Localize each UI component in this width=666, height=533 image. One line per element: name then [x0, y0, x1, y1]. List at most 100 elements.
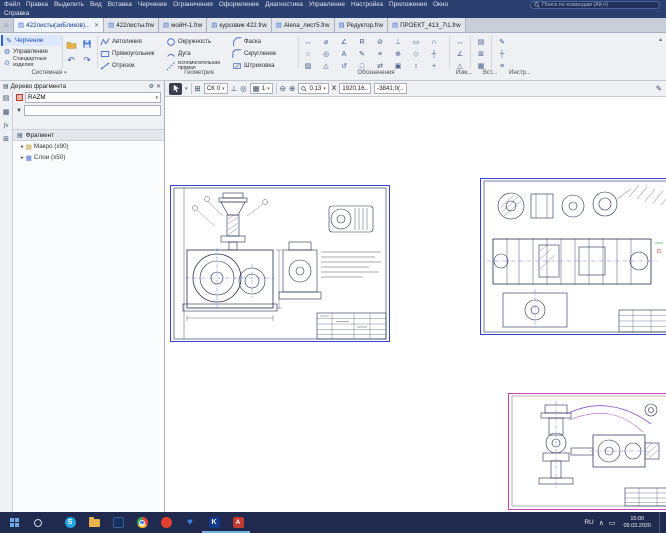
document-tab[interactable]: ▤ курсовик 422.frw: [207, 18, 271, 32]
instrument-icon[interactable]: ≡: [500, 63, 504, 70]
annotation-icon[interactable]: ∠: [341, 38, 347, 46]
heart-app-button[interactable]: ♥: [178, 512, 202, 533]
y-coordinate-field[interactable]: -3841,0(..: [374, 83, 406, 94]
tool-fillet[interactable]: Скругление: [230, 49, 296, 59]
snap-grid-icon[interactable]: ⊞: [195, 83, 201, 94]
edit-pencil-icon[interactable]: ✎: [656, 83, 662, 94]
instrument-icon[interactable]: ┼: [500, 51, 505, 58]
filter-icon[interactable]: ▼: [16, 108, 22, 114]
insert-icon[interactable]: ▦: [478, 62, 485, 70]
style-dropdown[interactable]: RAZM ▾: [25, 92, 161, 103]
annotation-icon[interactable]: ↺: [341, 62, 347, 70]
expand-icon[interactable]: ▸: [21, 155, 24, 161]
drawing-sheet-1[interactable]: [170, 185, 390, 342]
menu-item-select[interactable]: Выделить: [51, 0, 87, 10]
tool-arc[interactable]: Дуга: [164, 49, 230, 59]
annotation-icon[interactable]: ◇: [413, 50, 418, 58]
menu-item-settings[interactable]: Настройка: [348, 0, 386, 10]
coordinate-system-select[interactable]: СК 0 ▾: [204, 83, 228, 94]
annotation-icon[interactable]: ⌀: [324, 38, 328, 46]
drawing-sheet-3[interactable]: [508, 393, 666, 510]
annotation-icon[interactable]: ↔: [305, 39, 312, 46]
tool-autoline[interactable]: Автолиния: [98, 37, 164, 47]
drawing-canvas[interactable]: [165, 97, 666, 512]
annotation-icon[interactable]: ⊘: [377, 38, 383, 46]
mode-tab-standard-parts[interactable]: ⊙ Стандартные изделия: [1, 57, 62, 68]
tool-chamfer[interactable]: Фаска: [230, 37, 296, 47]
pointer-tool-button[interactable]: [169, 83, 182, 95]
expand-icon[interactable]: ▸: [21, 144, 24, 150]
annotation-icon[interactable]: ▭: [413, 38, 420, 46]
skype-button[interactable]: S: [58, 512, 82, 533]
chevron-down-icon[interactable]: ▾: [185, 86, 188, 92]
annotation-icon[interactable]: ⊥: [395, 38, 401, 46]
menu-item-applications[interactable]: Приложения: [386, 0, 430, 10]
taskbar-clock[interactable]: 15:00 09.03.2020: [620, 516, 654, 529]
zoom-level-field[interactable]: 0.13 ▾: [298, 83, 329, 94]
snap-target-icon[interactable]: ◎: [240, 83, 247, 94]
ribbon-section-designations[interactable]: Обозначения: [300, 70, 452, 76]
document-tab[interactable]: ▤ ПРОЕКТ_413_7\1.frw: [388, 18, 466, 32]
layers-icon[interactable]: ▦: [3, 108, 10, 116]
annotation-icon[interactable]: ▨: [305, 62, 312, 70]
library-icon[interactable]: ⊞: [3, 135, 9, 143]
document-tab[interactable]: ▤ Alena_лист5.frw: [272, 18, 335, 32]
insert-icon[interactable]: ⊞: [478, 50, 484, 58]
ribbon-section-measure[interactable]: Изм...: [452, 70, 476, 76]
annotation-icon[interactable]: ▣: [395, 62, 402, 70]
annotation-icon[interactable]: R: [359, 39, 364, 46]
fragment-search-input[interactable]: [24, 105, 161, 116]
annotation-icon[interactable]: ○: [306, 51, 310, 58]
kompas-button[interactable]: K: [202, 512, 226, 533]
close-icon[interactable]: ✕: [92, 22, 99, 29]
menu-item-constraints[interactable]: Ограничения: [170, 0, 216, 10]
annotation-icon[interactable]: ✎: [359, 50, 365, 58]
language-indicator[interactable]: RU: [584, 519, 593, 526]
mode-tab-drawing[interactable]: ✎ Черчение: [1, 35, 62, 46]
tray-chevron-icon[interactable]: ∧: [599, 519, 604, 527]
menu-item-management[interactable]: Управление: [306, 0, 348, 10]
taskbar-search-button[interactable]: [26, 512, 50, 533]
chrome-button[interactable]: [130, 512, 154, 533]
file-explorer-button[interactable]: [82, 512, 106, 533]
menu-item-insert[interactable]: Вставка: [105, 0, 135, 10]
measure-icon[interactable]: △: [457, 62, 462, 70]
insert-icon[interactable]: ▤: [478, 38, 485, 46]
annotation-icon[interactable]: ∩: [431, 39, 436, 46]
ortho-mode-icon[interactable]: ⊥: [231, 83, 238, 94]
instrument-icon[interactable]: ✎: [499, 38, 505, 46]
redo-icon[interactable]: ↷: [83, 55, 91, 65]
undo-icon[interactable]: ↶: [67, 55, 75, 65]
drawing-sheet-2[interactable]: [480, 178, 666, 335]
annotation-icon[interactable]: ◎: [323, 50, 329, 58]
ribbon-section-system[interactable]: Системная ▾: [2, 70, 96, 76]
ribbon-collapse-icon[interactable]: ▴: [655, 34, 666, 70]
ribbon-section-instruments[interactable]: Инстр...: [504, 70, 536, 76]
home-icon[interactable]: ⌂: [0, 18, 14, 32]
ribbon-section-geometry[interactable]: Геометрия: [98, 70, 300, 76]
menu-item-view[interactable]: Вид: [87, 0, 105, 10]
tool-rectangle[interactable]: Прямоугольник: [98, 49, 164, 59]
zoom-in-icon[interactable]: ⊕: [289, 83, 295, 94]
tree-item-layers[interactable]: ▸ ▦ Слои (x50): [13, 152, 164, 163]
annotation-icon[interactable]: ⇄: [377, 62, 383, 70]
document-tab[interactable]: ▤ 422листы(зиБликов)... ✕: [14, 18, 104, 32]
annotation-icon[interactable]: A: [342, 51, 347, 58]
measure-icon[interactable]: ↔: [457, 39, 464, 46]
document-tab[interactable]: ▤ 422листы.frw: [104, 18, 159, 32]
ascon-app-button[interactable]: A: [226, 512, 250, 533]
tree-root-row[interactable]: ▤ Фрагмент: [13, 130, 164, 141]
app-button-dark[interactable]: [106, 512, 130, 533]
variables-fx-icon[interactable]: fx: [4, 122, 9, 129]
panel-close-icon[interactable]: ✕: [156, 83, 161, 90]
annotation-icon[interactable]: ≡: [378, 51, 382, 58]
menu-item-diagnostics[interactable]: Диагностика: [262, 0, 306, 10]
annotation-icon[interactable]: ↕: [414, 63, 418, 70]
ribbon-section-insert[interactable]: Вст...: [478, 70, 502, 76]
command-search-input[interactable]: [542, 2, 656, 8]
open-folder-icon[interactable]: [66, 40, 77, 49]
annotation-icon[interactable]: ┼: [432, 51, 437, 58]
parameters-icon[interactable]: ▤: [3, 94, 10, 102]
action-center-icon[interactable]: ▭: [609, 519, 616, 527]
annotation-icon[interactable]: □: [360, 63, 364, 70]
